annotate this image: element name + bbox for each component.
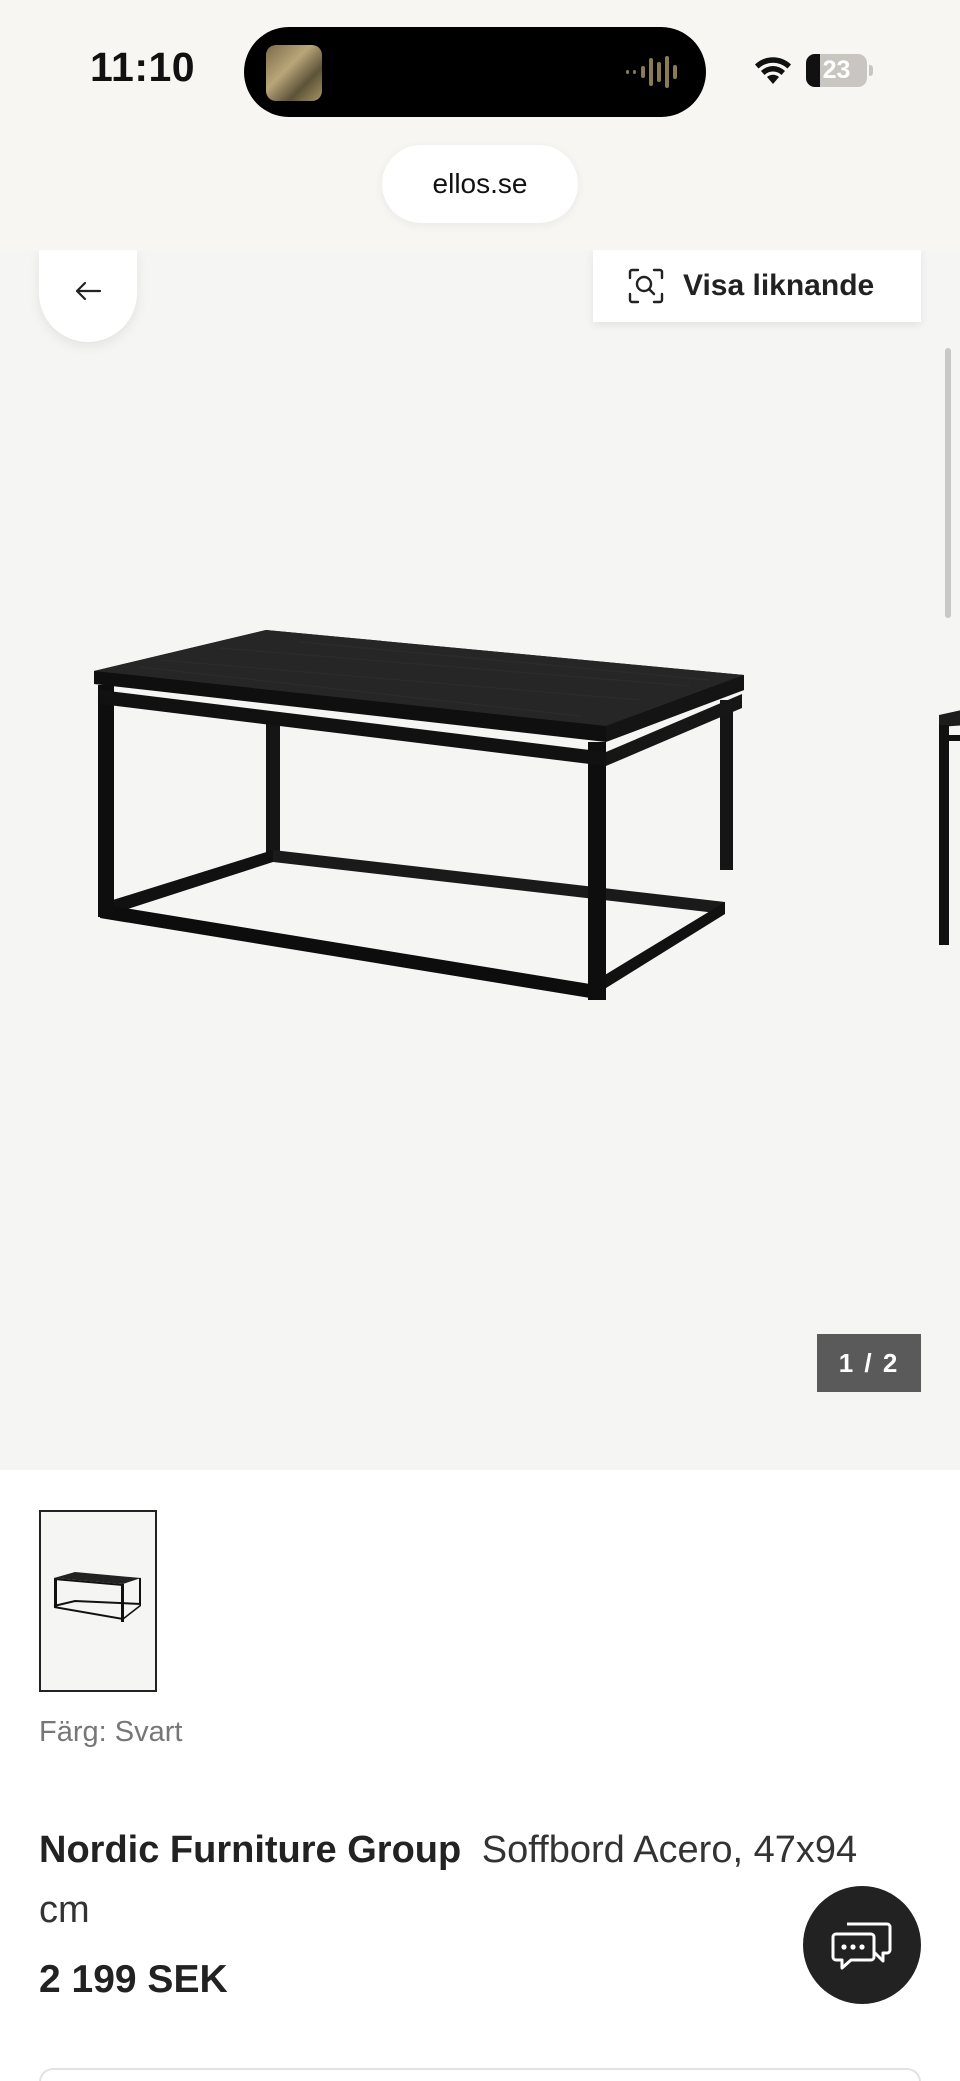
- product-image[interactable]: [80, 620, 760, 1040]
- status-time: 11:10: [90, 44, 196, 90]
- product-thumbnail[interactable]: [39, 1510, 157, 1692]
- chat-button[interactable]: [803, 1886, 921, 2004]
- scrollbar[interactable]: [945, 348, 951, 618]
- next-image-peek[interactable]: [936, 705, 960, 945]
- browser-header: 11:10 23 ellos.se: [0, 0, 960, 250]
- product-title: Nordic Furniture Group Soffbord Acero, 4…: [39, 1820, 899, 1940]
- arrow-left-icon: [75, 281, 102, 301]
- visa-liknande-button[interactable]: Visa liknande: [593, 250, 921, 322]
- visa-liknande-label: Visa liknande: [683, 269, 875, 302]
- back-button[interactable]: [39, 250, 137, 342]
- dynamic-island[interactable]: [244, 27, 706, 117]
- now-playing-artwork: [266, 45, 322, 101]
- product-gallery[interactable]: Visa liknande 1 / 2: [0, 250, 960, 1470]
- audio-waveform-icon: [626, 56, 677, 88]
- battery-percentage: 23: [822, 56, 851, 84]
- options-card[interactable]: [39, 2068, 921, 2081]
- thumbnail-image: [53, 1572, 142, 1622]
- chat-bubbles-icon: [831, 1922, 892, 1970]
- color-label: Färg: Svart: [39, 1716, 183, 1748]
- battery-icon: 23: [806, 54, 873, 87]
- visual-search-icon: [628, 268, 664, 304]
- image-counter: 1 / 2: [817, 1334, 921, 1392]
- url-bar[interactable]: ellos.se: [382, 145, 578, 223]
- wifi-icon: [755, 57, 791, 84]
- product-price: 2 199 SEK: [39, 1958, 228, 2001]
- product-brand[interactable]: Nordic Furniture Group: [39, 1829, 461, 1871]
